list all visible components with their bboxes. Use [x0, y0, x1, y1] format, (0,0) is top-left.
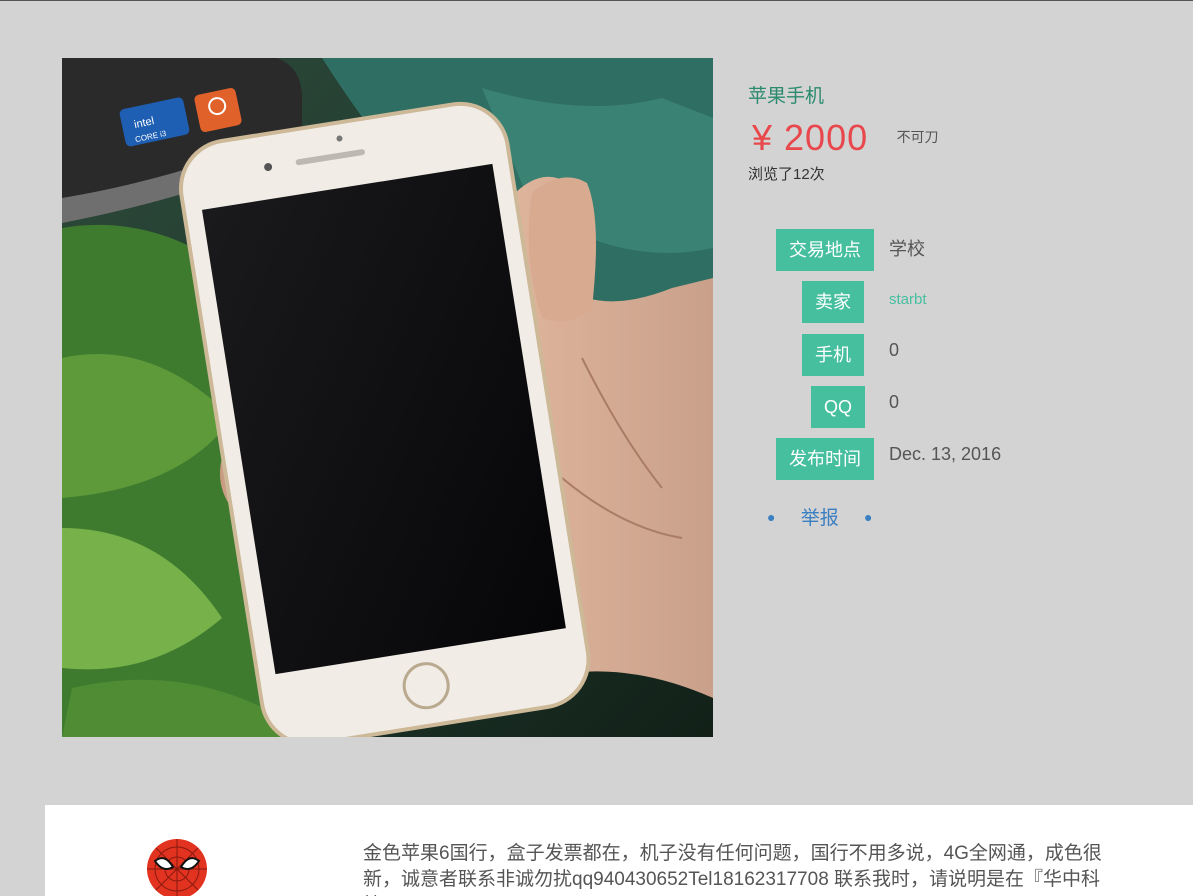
published-value: Dec. 13, 2016: [889, 444, 1002, 464]
negotiable-badge: 不可刀: [896, 129, 939, 145]
product-photo[interactable]: intel CORE i3: [62, 58, 713, 737]
product-price: ¥ 2000: [752, 117, 869, 158]
detail-row-published: 发布时间 Dec. 13, 2016: [747, 438, 1167, 480]
detail-row-phone: 手机 0: [747, 334, 1167, 376]
view-count: 浏览了12次: [748, 166, 825, 183]
bullet-icon: ●: [864, 509, 873, 525]
seller-label: 卖家: [802, 281, 864, 323]
action-row: ● 举报 ●: [767, 503, 873, 530]
detail-row-qq: QQ 0: [747, 386, 1167, 428]
product-description: 金色苹果6国行，盒子发票都在，机子没有任何问题，国行不用多说，4G全网通，成色很…: [363, 843, 1102, 896]
seller-avatar[interactable]: [147, 839, 207, 896]
qq-label: QQ: [811, 386, 866, 428]
phone-value: 0: [889, 340, 900, 360]
report-link[interactable]: 举报: [801, 508, 839, 529]
seller-link[interactable]: starbt: [889, 291, 927, 308]
published-label: 发布时间: [776, 438, 874, 480]
bullet-icon: ●: [767, 509, 776, 525]
product-title: 苹果手机: [748, 86, 825, 107]
description-panel: 金色苹果6国行，盒子发票都在，机子没有任何问题，国行不用多说，4G全网通，成色很…: [45, 805, 1193, 896]
price-row: ¥ 2000 不可刀: [752, 117, 939, 159]
detail-row-seller: 卖家 starbt: [747, 281, 1167, 323]
location-label: 交易地点: [776, 229, 874, 271]
detail-row-location: 交易地点 学校: [747, 229, 1167, 271]
location-value: 学校: [889, 239, 925, 259]
phone-label: 手机: [802, 334, 864, 376]
qq-value: 0: [889, 392, 900, 412]
